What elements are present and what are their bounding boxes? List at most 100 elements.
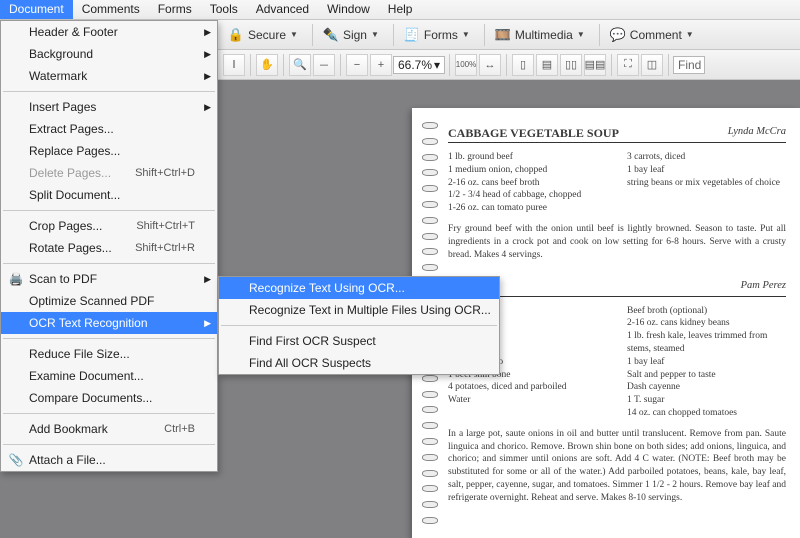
- submenu-arrow-icon: ▶: [204, 49, 211, 60]
- sign-tool[interactable]: ✒️ Sign ▼: [317, 25, 385, 45]
- mi-scan-to-pdf[interactable]: 🖨️Scan to PDF▶: [1, 268, 217, 290]
- mi-optimize-scanned[interactable]: Optimize Scanned PDF: [1, 290, 217, 312]
- fullscreen[interactable]: ⛶: [617, 54, 639, 76]
- mi-insert-pages[interactable]: Insert Pages▶: [1, 96, 217, 118]
- submenu-arrow-icon: ▶: [204, 71, 211, 82]
- menu-help[interactable]: Help: [379, 0, 422, 19]
- mi-label: Rotate Pages...: [29, 241, 112, 255]
- mi-watermark[interactable]: Watermark ▶: [1, 65, 217, 87]
- hand-tool[interactable]: ✋: [256, 54, 278, 76]
- mi-label: Attach a File...: [29, 453, 106, 467]
- continuous-page[interactable]: ▤: [536, 54, 558, 76]
- comment-label: Comment: [630, 28, 682, 42]
- page-twoup-icon: ▯▯: [565, 58, 577, 71]
- document-menu: Header & Footer▶ Background▶ Watermark▶ …: [0, 20, 218, 472]
- zoom-actual[interactable]: 100%: [455, 54, 477, 76]
- menu-document[interactable]: Document: [0, 0, 73, 19]
- sign-label: Sign: [343, 28, 367, 42]
- paperclip-icon: 📎: [7, 453, 25, 467]
- ingredient: 1 T. sugar: [627, 394, 786, 407]
- zoom-value: 66.7%: [398, 58, 432, 72]
- page-twoup-cont-icon: ▤▤: [585, 58, 606, 71]
- mi-crop-pages[interactable]: Crop Pages...Shift+Ctrl+T: [1, 215, 217, 237]
- mi-label: Delete Pages...: [29, 166, 111, 180]
- chevron-down-icon: ▾: [434, 58, 440, 72]
- zoom-step-out[interactable]: −: [346, 54, 368, 76]
- mi-split-document[interactable]: Split Document...: [1, 184, 217, 206]
- mi-reduce-file-size[interactable]: Reduce File Size...: [1, 343, 217, 365]
- recipe2-body: In a large pot, saute onions in oil and …: [448, 428, 786, 505]
- mi-ocr-text-recognition[interactable]: OCR Text Recognition▶: [1, 312, 217, 334]
- mi-compare-documents[interactable]: Compare Documents...: [1, 387, 217, 409]
- zoom-step-in[interactable]: +: [370, 54, 392, 76]
- forms-icon: 🧾: [404, 27, 420, 43]
- zoom-combo[interactable]: 66.7% ▾: [393, 56, 445, 74]
- shortcut: Ctrl+B: [164, 423, 195, 435]
- plus-icon: +: [378, 59, 384, 71]
- menu-separator: [3, 338, 215, 339]
- ingredient: 2-16 oz. cans beef broth: [448, 177, 607, 190]
- minus-icon: −: [354, 59, 360, 71]
- find-input[interactable]: Find: [673, 56, 705, 74]
- chevron-down-icon: ▼: [577, 30, 585, 39]
- mi-extract-pages[interactable]: Extract Pages...: [1, 118, 217, 140]
- zoom-out[interactable]: －: [313, 54, 335, 76]
- mi-recognize-text-ocr[interactable]: Recognize Text Using OCR...: [219, 277, 499, 299]
- fit-width[interactable]: ↔: [479, 54, 501, 76]
- mi-header-footer[interactable]: Header & Footer▶: [1, 21, 217, 43]
- submenu-arrow-icon: ▶: [204, 318, 211, 329]
- comment-tool[interactable]: 💬 Comment ▼: [604, 25, 700, 45]
- find-placeholder: Find: [678, 58, 701, 72]
- ingredient: 1/2 - 3/4 head of cabbage, chopped: [448, 189, 607, 202]
- ingredient: 1 bay leaf: [627, 164, 786, 177]
- lock-icon: 🔒: [228, 27, 244, 43]
- zoom-icon: 🔍: [293, 58, 307, 71]
- mi-recognize-multiple-ocr[interactable]: Recognize Text in Multiple Files Using O…: [219, 299, 499, 321]
- ibeam-icon: Ⅰ: [232, 58, 235, 71]
- menu-comments[interactable]: Comments: [73, 0, 149, 19]
- mi-label: Watermark: [29, 69, 87, 83]
- two-up[interactable]: ▯▯: [560, 54, 582, 76]
- mi-find-all-suspects[interactable]: Find All OCR Suspects: [219, 352, 499, 374]
- separator: [283, 54, 284, 76]
- menu-separator: [3, 263, 215, 264]
- mi-rotate-pages[interactable]: Rotate Pages... Shift+Ctrl+R: [1, 237, 217, 259]
- mi-label: Optimize Scanned PDF: [29, 294, 154, 308]
- menu-separator: [3, 210, 215, 211]
- menu-advanced[interactable]: Advanced: [247, 0, 318, 19]
- menu-tools[interactable]: Tools: [201, 0, 247, 19]
- mi-replace-pages[interactable]: Replace Pages...: [1, 140, 217, 162]
- separator: [506, 54, 507, 76]
- recipe1-body: Fry ground beef with the onion until bee…: [448, 223, 786, 261]
- mi-examine-document[interactable]: Examine Document...: [1, 365, 217, 387]
- page-cont-icon: ▤: [542, 58, 552, 71]
- mi-attach-file[interactable]: 📎 Attach a File...: [1, 449, 217, 471]
- single-page[interactable]: ▯: [512, 54, 534, 76]
- menu-window[interactable]: Window: [318, 0, 379, 19]
- ingredient: 1 lb. ground beef: [448, 151, 607, 164]
- multimedia-icon: 🎞️: [495, 27, 511, 43]
- mi-label: Find First OCR Suspect: [249, 334, 376, 348]
- mi-add-bookmark[interactable]: Add BookmarkCtrl+B: [1, 418, 217, 440]
- separator: [340, 54, 341, 76]
- forms-tool[interactable]: 🧾 Forms ▼: [398, 25, 476, 45]
- two-up-cont[interactable]: ▤▤: [584, 54, 606, 76]
- menu-separator: [3, 91, 215, 92]
- zoom-marquee[interactable]: 🔍: [289, 54, 311, 76]
- sign-icon: ✒️: [323, 27, 339, 43]
- ingredient: 14 oz. can chopped tomatoes: [627, 407, 786, 420]
- mi-background[interactable]: Background▶: [1, 43, 217, 65]
- multimedia-tool[interactable]: 🎞️ Multimedia ▼: [489, 25, 591, 45]
- ingredient: 3 carrots, diced: [627, 151, 786, 164]
- mi-find-first-suspect[interactable]: Find First OCR Suspect: [219, 330, 499, 352]
- secure-tool[interactable]: 🔒 Secure ▼: [222, 25, 304, 45]
- ocr-submenu: Recognize Text Using OCR... Recognize Te…: [218, 276, 500, 375]
- menu-forms[interactable]: Forms: [149, 0, 201, 19]
- shortcut: Shift+Ctrl+R: [135, 242, 195, 254]
- ingredient: 2-16 oz. cans kidney beans: [627, 317, 786, 330]
- multimedia-label: Multimedia: [515, 28, 573, 42]
- fullscreen-icon: ⛶: [624, 58, 632, 71]
- text-select-tool[interactable]: Ⅰ: [223, 54, 245, 76]
- recipe1-author: Lynda McCra: [728, 126, 786, 141]
- reading-mode[interactable]: ◫: [641, 54, 663, 76]
